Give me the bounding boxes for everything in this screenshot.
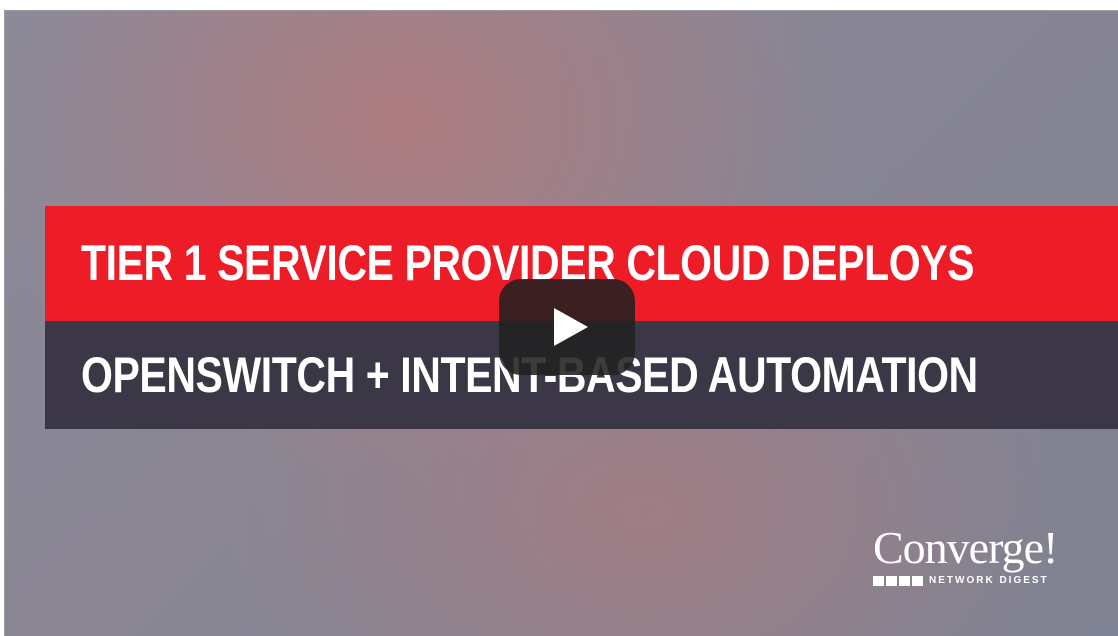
- logo-subline: NETWORK DIGEST: [873, 575, 1093, 586]
- video-player[interactable]: TIER 1 SERVICE PROVIDER CLOUD DEPLOYS OP…: [4, 10, 1118, 636]
- logo-wordmark: Converge!: [873, 522, 1058, 573]
- logo-tagline: NETWORK DIGEST: [929, 575, 1049, 586]
- logo-bars-icon: [873, 575, 923, 586]
- converge-logo: Converge! NETWORK DIGEST: [873, 523, 1093, 603]
- play-button[interactable]: [499, 279, 635, 375]
- play-icon: [554, 308, 588, 346]
